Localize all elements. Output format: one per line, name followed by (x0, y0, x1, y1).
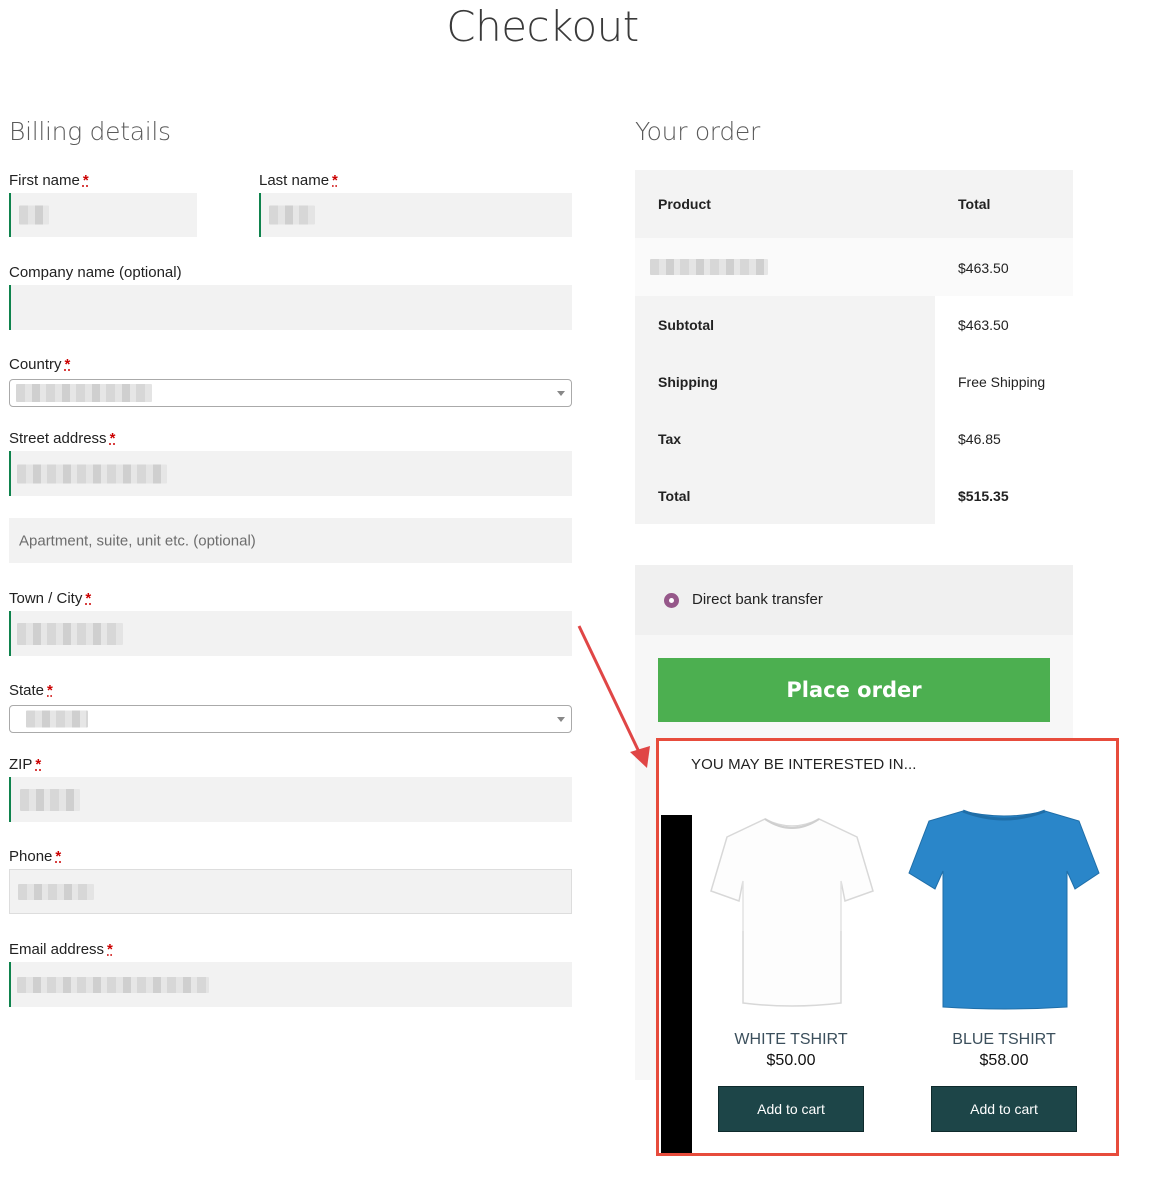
payment-method-label: Direct bank transfer (692, 591, 823, 608)
company-label: Company name (optional) (9, 264, 182, 281)
total-label: Total (658, 488, 691, 504)
zip-label: ZIP * (9, 756, 42, 773)
chevron-down-icon (557, 717, 565, 722)
street-field[interactable] (9, 451, 572, 496)
total-value: $515.35 (958, 488, 1009, 504)
product-price: $50.00 (766, 1052, 816, 1069)
company-field[interactable] (9, 285, 572, 330)
col-product-header: Product (658, 196, 711, 212)
city-field[interactable] (9, 611, 572, 656)
city-label: Town / City * (9, 590, 92, 607)
email-field[interactable] (9, 962, 572, 1007)
state-select[interactable] (9, 705, 572, 733)
last-name-label: Last name * (259, 172, 338, 189)
add-to-cart-button[interactable]: Add to cart (931, 1086, 1077, 1132)
shipping-row: Shipping Free Shipping (635, 353, 1073, 410)
first-name-label: First name * (9, 172, 89, 189)
apartment-field[interactable]: Apartment, suite, unit etc. (optional) (9, 518, 572, 563)
tax-label: Tax (658, 431, 682, 447)
upsell-widget: YOU MAY BE INTERESTED IN... WHITE TSHIRT… (656, 738, 1119, 1156)
first-name-field[interactable] (9, 193, 197, 237)
col-total-header: Total (958, 196, 991, 212)
blue-tshirt-image[interactable] (907, 807, 1101, 1011)
white-tshirt-image[interactable] (707, 811, 877, 1011)
order-header-row: Product Total (635, 170, 1073, 238)
subtotal-row: Subtotal $463.50 (635, 296, 1073, 353)
upsell-title: YOU MAY BE INTERESTED IN... (691, 756, 917, 773)
subtotal-label: Subtotal (658, 317, 714, 333)
billing-heading: Billing details (9, 117, 171, 146)
payment-method[interactable]: Direct bank transfer (635, 565, 1073, 635)
phone-label: Phone * (9, 848, 62, 865)
item-total: $463.50 (958, 260, 1009, 276)
country-select[interactable] (9, 379, 572, 407)
zip-field[interactable] (9, 777, 572, 822)
phone-field[interactable] (9, 869, 572, 914)
product-name-blurred (650, 259, 768, 275)
order-heading: Your order (635, 117, 760, 146)
country-label: Country * (9, 356, 71, 373)
tax-row: Tax $46.85 (635, 410, 1073, 467)
subtotal-value: $463.50 (958, 317, 1009, 333)
email-label: Email address * (9, 941, 113, 958)
page-title: Checkout (446, 2, 639, 51)
shipping-label: Shipping (658, 374, 718, 390)
last-name-field[interactable] (259, 193, 572, 237)
product-price: $58.00 (979, 1052, 1029, 1069)
street-label: Street address * (9, 430, 116, 447)
product-name[interactable]: BLUE TSHIRT (904, 1031, 1104, 1049)
radio-selected-icon[interactable] (664, 593, 679, 608)
black-bar (661, 815, 692, 1153)
total-row: Total $515.35 (635, 467, 1073, 524)
shipping-value: Free Shipping (958, 374, 1046, 390)
product-name[interactable]: WHITE TSHIRT (691, 1031, 891, 1049)
place-order-button[interactable]: Place order (658, 658, 1050, 722)
add-to-cart-button[interactable]: Add to cart (718, 1086, 864, 1132)
state-label: State * (9, 682, 53, 699)
chevron-down-icon (557, 391, 565, 396)
order-item-row: $463.50 (635, 238, 1073, 296)
tax-value: $46.85 (958, 431, 1001, 447)
